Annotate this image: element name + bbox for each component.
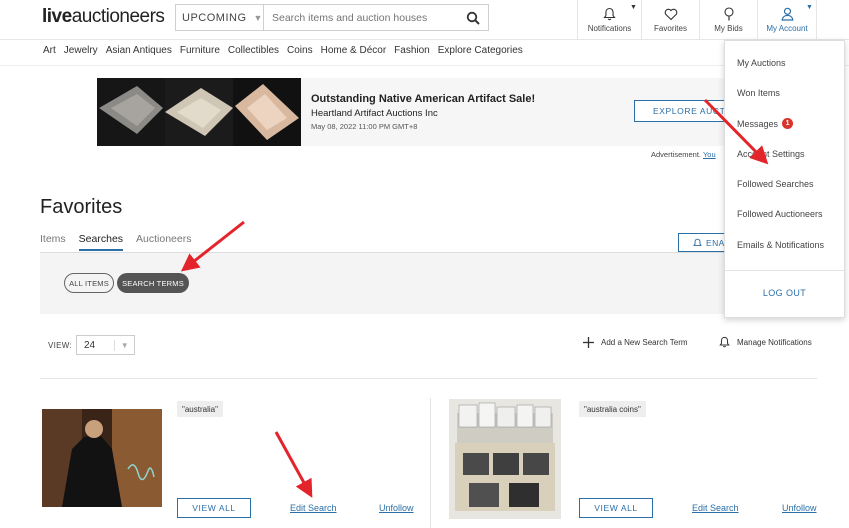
unfollow-link[interactable]: Unfollow	[379, 503, 414, 513]
tab-searches[interactable]: Searches	[78, 233, 124, 251]
menu-item-label: Emails & Notifications	[737, 240, 825, 250]
my-account-button[interactable]: My Account ▼	[757, 0, 817, 40]
heart-icon	[664, 8, 677, 20]
manage-notifications-label: Manage Notifications	[737, 337, 812, 347]
all-items-pill[interactable]: ALL ITEMS	[64, 273, 114, 293]
edit-search-link[interactable]: Edit Search	[290, 503, 337, 513]
ad-note-text: Advertisement.	[651, 150, 702, 159]
page-title: Favorites	[40, 196, 123, 218]
menu-item-won-items[interactable]: Won Items	[737, 88, 780, 98]
tab-auctioneers[interactable]: Auctioneers	[136, 233, 191, 251]
ad-date: May 08, 2022 11:00 PM GMT+8	[311, 122, 418, 131]
search-term-badge: "australia coins"	[579, 401, 646, 417]
menu-item-label: Followed Searches	[737, 179, 814, 189]
category-asian-antiques[interactable]: Asian Antiques	[106, 45, 172, 56]
unfollow-link[interactable]: Unfollow	[782, 503, 817, 513]
favorites-tabs: Items Searches Auctioneers	[40, 233, 191, 251]
ad-image-strip	[97, 78, 301, 146]
bell-icon	[603, 7, 616, 21]
chevron-down-icon: ▼	[806, 4, 813, 11]
menu-item-account-settings[interactable]: Account Settings	[737, 149, 805, 159]
artifact-image	[165, 78, 233, 146]
ad-title[interactable]: Outstanding Native American Artifact Sal…	[311, 93, 535, 105]
ad-note-link[interactable]: You	[703, 150, 716, 159]
plus-icon	[583, 337, 594, 348]
artifact-image	[97, 78, 165, 146]
top-header: liveauctioneers UPCOMING ▼ Notifications…	[0, 0, 849, 40]
notifications-button[interactable]: Notifications ▼	[577, 0, 641, 40]
category-art[interactable]: Art	[43, 45, 56, 56]
ad-note: Advertisement. You	[651, 150, 716, 159]
chevron-down-icon: ▼	[253, 12, 263, 23]
manage-notifications-button[interactable]: Manage Notifications	[719, 336, 812, 348]
email-alerts-label: ENA	[706, 237, 725, 248]
add-search-term-label: Add a New Search Term	[601, 338, 688, 347]
paddle-icon	[723, 7, 734, 21]
edit-search-link[interactable]: Edit Search	[692, 503, 739, 513]
menu-item-emails-notifications[interactable]: Emails & Notifications	[737, 240, 824, 250]
favorites-label: Favorites	[654, 23, 687, 33]
logout-button[interactable]: LOG OUT	[725, 288, 844, 298]
search-terms-pill[interactable]: SEARCH TERMS	[117, 273, 189, 293]
site-logo[interactable]: liveauctioneers	[42, 6, 165, 28]
view-count-select[interactable]: 24 ▼	[76, 335, 135, 355]
search-scope-select[interactable]: UPCOMING ▼	[176, 5, 264, 30]
category-explore[interactable]: Explore Categories	[438, 45, 523, 56]
logo-text-bold: live	[42, 6, 72, 27]
tab-items[interactable]: Items	[40, 233, 66, 251]
artifact-image	[233, 78, 301, 146]
menu-item-label: Messages	[737, 118, 779, 129]
view-label: VIEW:	[48, 341, 73, 350]
divider	[40, 378, 817, 379]
search-result-image[interactable]	[449, 399, 561, 519]
ad-banner[interactable]: Outstanding Native American Artifact Sal…	[97, 78, 752, 146]
my-bids-label: My Bids	[714, 24, 743, 33]
menu-item-followed-searches[interactable]: Followed Searches	[737, 179, 814, 189]
category-furniture[interactable]: Furniture	[180, 45, 220, 56]
search-scope-label: UPCOMING	[182, 11, 247, 24]
category-nav: Art Jewelry Asian Antiques Furniture Col…	[43, 45, 523, 56]
my-account-label: My Account	[766, 24, 808, 33]
logo-text: auctioneers	[71, 6, 165, 27]
category-collectibles[interactable]: Collectibles	[228, 45, 279, 56]
annotation-arrow	[274, 431, 313, 498]
divider	[430, 398, 431, 528]
chevron-down-icon: ▼	[630, 4, 637, 11]
view-all-button[interactable]: VIEW ALL	[579, 498, 653, 518]
bell-icon	[693, 238, 702, 246]
divider	[725, 270, 844, 271]
search-result-image[interactable]	[42, 409, 162, 507]
filter-band: ALL ITEMS SEARCH TERMS	[40, 252, 817, 314]
add-search-term-button[interactable]: Add a New Search Term	[583, 337, 688, 348]
search-input[interactable]	[264, 5, 458, 30]
notifications-label: Notifications	[587, 24, 632, 33]
unread-badge: 1	[782, 118, 794, 129]
search-term-badge: "australia"	[177, 401, 223, 417]
favorites-button[interactable]: Favorites	[641, 0, 699, 40]
ad-auction-house: Heartland Artifact Auctions Inc	[311, 108, 438, 119]
menu-item-label: Account Settings	[737, 149, 805, 159]
search-icon	[466, 11, 480, 25]
account-dropdown-menu: My Auctions Won Items Messages 1 Account …	[724, 40, 845, 318]
my-bids-button[interactable]: My Bids	[699, 0, 757, 40]
view-count-value: 24	[77, 339, 116, 351]
category-coins[interactable]: Coins	[287, 45, 313, 56]
search-button[interactable]	[458, 5, 488, 30]
category-home-decor[interactable]: Home & Décor	[321, 45, 387, 56]
category-fashion[interactable]: Fashion	[394, 45, 430, 56]
menu-item-messages[interactable]: Messages 1	[737, 118, 794, 129]
divider	[0, 65, 849, 66]
menu-item-label: My Auctions	[737, 58, 786, 68]
menu-item-label: Followed Auctioneers	[737, 209, 823, 219]
search-bar: UPCOMING ▼	[175, 4, 489, 31]
menu-item-label: Won Items	[737, 88, 780, 98]
chevron-down-icon: ▼	[120, 340, 129, 350]
category-jewelry[interactable]: Jewelry	[64, 45, 98, 56]
menu-item-followed-auctioneers[interactable]: Followed Auctioneers	[737, 209, 823, 219]
menu-item-my-auctions[interactable]: My Auctions	[737, 58, 786, 68]
view-all-button[interactable]: VIEW ALL	[177, 498, 251, 518]
bell-icon	[719, 336, 730, 348]
user-icon	[781, 7, 793, 21]
